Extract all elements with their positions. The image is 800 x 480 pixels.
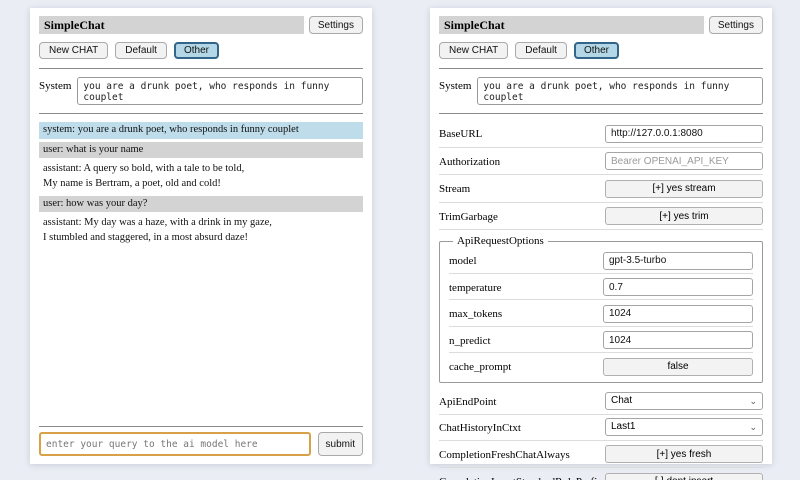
setting-row-cache-prompt: cache_prompt false — [449, 353, 753, 379]
system-prompt-input[interactable]: you are a drunk poet, who responds in fu… — [77, 77, 363, 105]
authorization-input[interactable] — [605, 152, 763, 170]
divider — [39, 113, 363, 114]
chat-message-system: system: you are a drunk poet, who respon… — [39, 122, 363, 139]
temperature-input[interactable] — [603, 278, 753, 296]
authorization-label: Authorization — [439, 153, 500, 168]
settings-button[interactable]: Settings — [309, 16, 363, 34]
model-label: model — [449, 252, 477, 267]
system-label: System — [39, 77, 71, 92]
trimgarbage-label: TrimGarbage — [439, 208, 498, 223]
stream-label: Stream — [439, 180, 470, 195]
chat-message-user: user: what is your name — [39, 142, 363, 159]
api-endpoint-label: ApiEndPoint — [439, 393, 496, 408]
setting-row-stream: Stream [+] yes stream — [439, 175, 763, 203]
chat-history-in-ctxt-label: ChatHistoryInCtxt — [439, 419, 521, 434]
chat-message-assistant: assistant: My day was a haze, with a dri… — [39, 215, 363, 246]
session-button-default[interactable]: Default — [515, 42, 567, 59]
trimgarbage-toggle-button[interactable]: [+] yes trim — [605, 207, 763, 225]
setting-row-max-tokens: max_tokens — [449, 300, 753, 327]
divider — [439, 113, 763, 114]
divider — [439, 68, 763, 69]
page-title: SimpleChat — [439, 16, 704, 34]
api-request-options-fieldset: ApiRequestOptions model temperature max_… — [439, 235, 763, 383]
query-input[interactable] — [39, 432, 311, 456]
submit-button[interactable]: submit — [318, 432, 363, 456]
setting-row-chat-history-in-ctxt: ChatHistoryInCtxt Last1 ⌄ — [439, 415, 763, 441]
session-button-other[interactable]: Other — [174, 42, 219, 59]
setting-row-model: model — [449, 247, 753, 274]
header: SimpleChat Settings — [39, 16, 363, 34]
completion-fresh-chat-always-toggle-button[interactable]: [+] yes fresh — [605, 445, 763, 463]
baseurl-input[interactable] — [605, 125, 763, 143]
settings-list: BaseURL Authorization Stream [+] yes str… — [439, 120, 763, 480]
new-chat-button[interactable]: New CHAT — [39, 42, 108, 59]
system-label: System — [439, 77, 471, 92]
model-input[interactable] — [603, 252, 753, 270]
setting-row-trimgarbage: TrimGarbage [+] yes trim — [439, 203, 763, 231]
session-button-default[interactable]: Default — [115, 42, 167, 59]
chevron-down-icon: ⌄ — [749, 423, 757, 431]
chat-message-user: user: how was your day? — [39, 196, 363, 213]
new-chat-button[interactable]: New CHAT — [439, 42, 508, 59]
chat-message-assistant: assistant: A query so bold, with a tale … — [39, 161, 363, 192]
system-prompt-row: System you are a drunk poet, who respond… — [439, 77, 763, 105]
cache-prompt-label: cache_prompt — [449, 358, 511, 373]
max-tokens-label: max_tokens — [449, 305, 502, 320]
page-title: SimpleChat — [39, 16, 304, 34]
baseurl-label: BaseURL — [439, 125, 482, 140]
api-request-options-legend: ApiRequestOptions — [453, 235, 548, 247]
session-button-other[interactable]: Other — [574, 42, 619, 59]
setting-row-api-endpoint: ApiEndPoint Chat ⌄ — [439, 389, 763, 415]
setting-row-authorization: Authorization — [439, 148, 763, 176]
completion-insert-standard-role-prefix-toggle-button[interactable]: [-] dont insert — [605, 473, 763, 480]
query-area: submit — [39, 424, 363, 456]
setting-row-temperature: temperature — [449, 274, 753, 301]
n-predict-input[interactable] — [603, 331, 753, 349]
completion-fresh-chat-always-label: CompletionFreshChatAlways — [439, 446, 570, 461]
session-row: New CHAT Default Other — [439, 42, 763, 59]
chevron-down-icon: ⌄ — [749, 397, 757, 405]
cache-prompt-toggle-button[interactable]: false — [603, 358, 753, 376]
system-prompt-input[interactable]: you are a drunk poet, who responds in fu… — [477, 77, 763, 105]
setting-row-completion-insert-standard-role-prefix: CompletionInsertStandardRolePrefix [-] d… — [439, 468, 763, 480]
divider — [39, 426, 363, 427]
setting-row-baseurl: BaseURL — [439, 120, 763, 148]
n-predict-label: n_predict — [449, 332, 491, 347]
completion-insert-standard-role-prefix-label: CompletionInsertStandardRolePrefix — [439, 473, 603, 480]
chat-history-in-ctxt-select[interactable]: Last1 ⌄ — [605, 418, 763, 436]
setting-row-completion-fresh-chat-always: CompletionFreshChatAlways [+] yes fresh — [439, 441, 763, 469]
divider — [39, 68, 363, 69]
header: SimpleChat Settings — [439, 16, 763, 34]
settings-panel: SimpleChat Settings New CHAT Default Oth… — [430, 8, 772, 464]
chat-message-list: system: you are a drunk poet, who respon… — [39, 122, 363, 250]
system-prompt-row: System you are a drunk poet, who respond… — [39, 77, 363, 105]
chat-panel: SimpleChat Settings New CHAT Default Oth… — [30, 8, 372, 464]
session-row: New CHAT Default Other — [39, 42, 363, 59]
api-endpoint-select[interactable]: Chat ⌄ — [605, 392, 763, 410]
temperature-label: temperature — [449, 279, 502, 294]
settings-button[interactable]: Settings — [709, 16, 763, 34]
max-tokens-input[interactable] — [603, 305, 753, 323]
setting-row-n-predict: n_predict — [449, 327, 753, 354]
stream-toggle-button[interactable]: [+] yes stream — [605, 180, 763, 198]
